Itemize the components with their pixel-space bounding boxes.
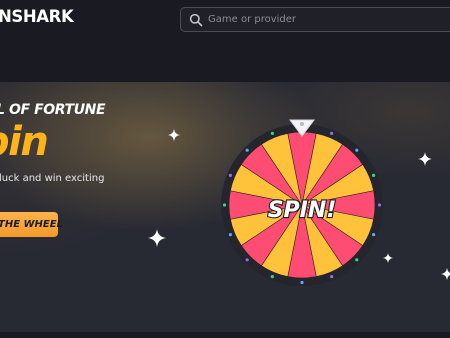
- wheel-light: [372, 173, 376, 177]
- hero-subtext: luck and win exciting: [0, 173, 105, 184]
- hero-headline: pin: [0, 119, 49, 165]
- banner-bottom-strip: [0, 332, 450, 338]
- wheel-light: [228, 233, 232, 237]
- wheel-center-label[interactable]: SPIN!: [267, 197, 338, 224]
- wheel-light: [300, 280, 304, 285]
- wheel-light: [245, 258, 249, 262]
- top-bar: NSHARK: [0, 0, 450, 82]
- search-box[interactable]: [180, 7, 450, 32]
- wheel-light: [270, 275, 274, 279]
- wheel-light: [222, 203, 227, 207]
- site-logo[interactable]: NSHARK: [0, 7, 74, 26]
- search-icon[interactable]: [189, 13, 203, 27]
- wheel-light: [270, 131, 274, 135]
- search-input[interactable]: [208, 11, 448, 28]
- wheel-light: [228, 173, 232, 177]
- spin-the-wheel-button[interactable]: THE WHEEL: [0, 212, 63, 237]
- wheel-light: [330, 131, 334, 135]
- wheel-light: [245, 148, 249, 152]
- fortune-wheel[interactable]: SPIN!: [219, 118, 385, 288]
- wheel-light: [330, 275, 334, 279]
- wheel-light: [377, 203, 382, 207]
- sparkle-icon: [168, 129, 180, 141]
- sparkle-icon: [418, 152, 432, 166]
- sparkle-icon: [441, 268, 450, 280]
- wheel-light: [372, 233, 376, 237]
- wheel-light: [355, 258, 359, 262]
- wheel-light: [355, 148, 359, 152]
- sparkle-icon: [148, 229, 166, 247]
